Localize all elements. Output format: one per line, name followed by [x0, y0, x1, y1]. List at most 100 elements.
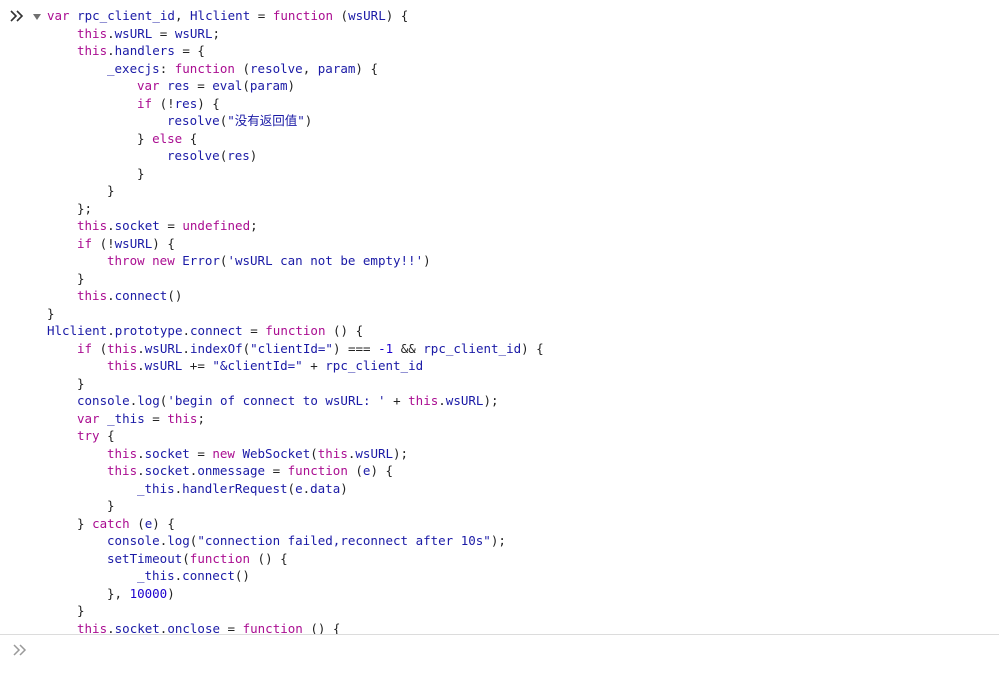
- code-token: function: [174, 60, 235, 76]
- console-input-row[interactable]: [0, 635, 999, 682]
- code-token: =: [189, 78, 213, 93]
- code-token: (: [242, 78, 250, 93]
- code-line: this.wsURL = wsURL;: [47, 25, 544, 43]
- code-token: _execjs: [107, 60, 160, 76]
- code-token: (): [234, 568, 250, 583]
- code-token: .: [182, 340, 190, 356]
- code-token: ) {: [197, 95, 220, 111]
- code-token: param: [249, 78, 288, 93]
- code-token: );: [393, 445, 409, 461]
- code-block[interactable]: var rpc_client_id, Hlclient = function (…: [47, 7, 544, 635]
- code-token: () {: [325, 323, 364, 338]
- code-token: (: [129, 515, 145, 531]
- code-token: resolve: [250, 60, 303, 76]
- code-token: setTimeout: [107, 550, 183, 566]
- code-token: new: [212, 445, 243, 461]
- code-token: +=: [182, 358, 213, 373]
- code-token: (: [287, 480, 296, 496]
- code-line: }: [47, 497, 544, 515]
- code-token: (: [347, 463, 363, 478]
- code-token: "clientId=": [250, 340, 333, 356]
- code-token: (: [333, 8, 349, 23]
- code-line: console.log('begin of connect to wsURL: …: [47, 392, 544, 410]
- code-line: this.socket = new WebSocket(this.wsURL);: [47, 445, 544, 463]
- code-token: 10000: [129, 585, 168, 601]
- code-line: resolve("没有返回值"): [47, 112, 544, 130]
- code-token: (: [310, 445, 318, 461]
- code-token: var: [137, 78, 168, 93]
- code-token: "没有返回值": [227, 113, 305, 128]
- code-token: },: [107, 585, 130, 601]
- console-entry: var rpc_client_id, Hlclient = function (…: [0, 0, 999, 635]
- triangle-down-icon[interactable]: [32, 12, 42, 22]
- code-token: .: [137, 358, 145, 373]
- code-token: {: [182, 130, 198, 146]
- code-token: Error: [182, 253, 220, 268]
- chevron-double-right-icon: [13, 644, 27, 656]
- code-token: handlerRequest: [182, 480, 288, 496]
- code-token: resolve: [167, 113, 220, 128]
- code-token: .: [107, 43, 115, 58]
- code-token: res: [227, 148, 250, 163]
- code-line: if (!wsURL) {: [47, 235, 544, 253]
- code-token: this: [107, 445, 138, 461]
- code-line: this.wsURL += "&clientId=" + rpc_client_…: [47, 357, 544, 375]
- code-token: try: [77, 428, 100, 443]
- code-token: "&clientId=": [212, 358, 303, 373]
- code-line: setTimeout(function () {: [47, 550, 544, 568]
- code-token: ,: [302, 60, 318, 76]
- code-token: Hlclient: [47, 323, 108, 338]
- code-line: }: [47, 305, 544, 323]
- code-token: () {: [302, 620, 341, 635]
- code-token: wsURL: [114, 235, 153, 251]
- code-token: wsURL: [355, 445, 394, 461]
- code-token: ): [304, 113, 313, 128]
- code-token: (: [182, 550, 190, 566]
- devtools-console: var rpc_client_id, Hlclient = function (…: [0, 0, 999, 682]
- code-token: }: [107, 498, 115, 513]
- code-token: ) {: [152, 235, 175, 251]
- code-token: .: [107, 25, 115, 41]
- code-token: +: [302, 358, 326, 373]
- code-token: this: [77, 43, 108, 58]
- code-token: socket: [114, 620, 160, 635]
- code-token: if: [77, 235, 93, 251]
- code-token: function: [189, 550, 251, 566]
- code-token: function: [265, 323, 326, 338]
- code-line: var rpc_client_id, Hlclient = function (…: [47, 7, 544, 25]
- code-token: rpc_client_id: [325, 358, 424, 373]
- code-line: _execjs: function (resolve, param) {: [47, 60, 544, 78]
- code-token: }: [107, 183, 115, 198]
- code-line: throw new Error('wsURL can not be empty!…: [47, 252, 544, 270]
- code-token: }: [77, 270, 85, 286]
- code-token: this: [77, 218, 108, 233]
- code-token: log: [137, 393, 160, 408]
- code-token: };: [77, 200, 93, 216]
- code-line: Hlclient.prototype.connect = function ()…: [47, 322, 544, 340]
- code-token: catch: [92, 515, 130, 531]
- code-token: var: [77, 410, 108, 426]
- code-token: .: [438, 393, 446, 408]
- code-token: ,: [174, 8, 191, 23]
- code-token: this: [317, 445, 348, 461]
- code-token: socket: [114, 218, 160, 233]
- code-token: wsURL: [114, 25, 153, 41]
- code-token: (: [92, 340, 108, 356]
- code-token: }: [77, 375, 85, 391]
- code-token: var: [47, 8, 78, 23]
- code-token: else: [152, 130, 183, 146]
- code-token: res: [167, 78, 190, 93]
- code-line: resolve(res): [47, 147, 544, 165]
- code-line: try {: [47, 427, 544, 445]
- code-token: "connection failed,reconnect after 10s": [197, 533, 491, 548]
- code-line: }, 10000): [47, 585, 544, 603]
- code-token: wsURL: [174, 25, 213, 41]
- code-token: rpc_client_id: [423, 340, 522, 356]
- code-token: ): [249, 148, 258, 163]
- code-token: }: [137, 130, 153, 146]
- code-line: this.socket.onclose = function () {: [47, 620, 544, 635]
- code-token: Hlclient: [190, 8, 251, 23]
- code-token: ;: [212, 25, 221, 41]
- code-token: ;: [197, 410, 205, 426]
- code-line: }: [47, 602, 544, 620]
